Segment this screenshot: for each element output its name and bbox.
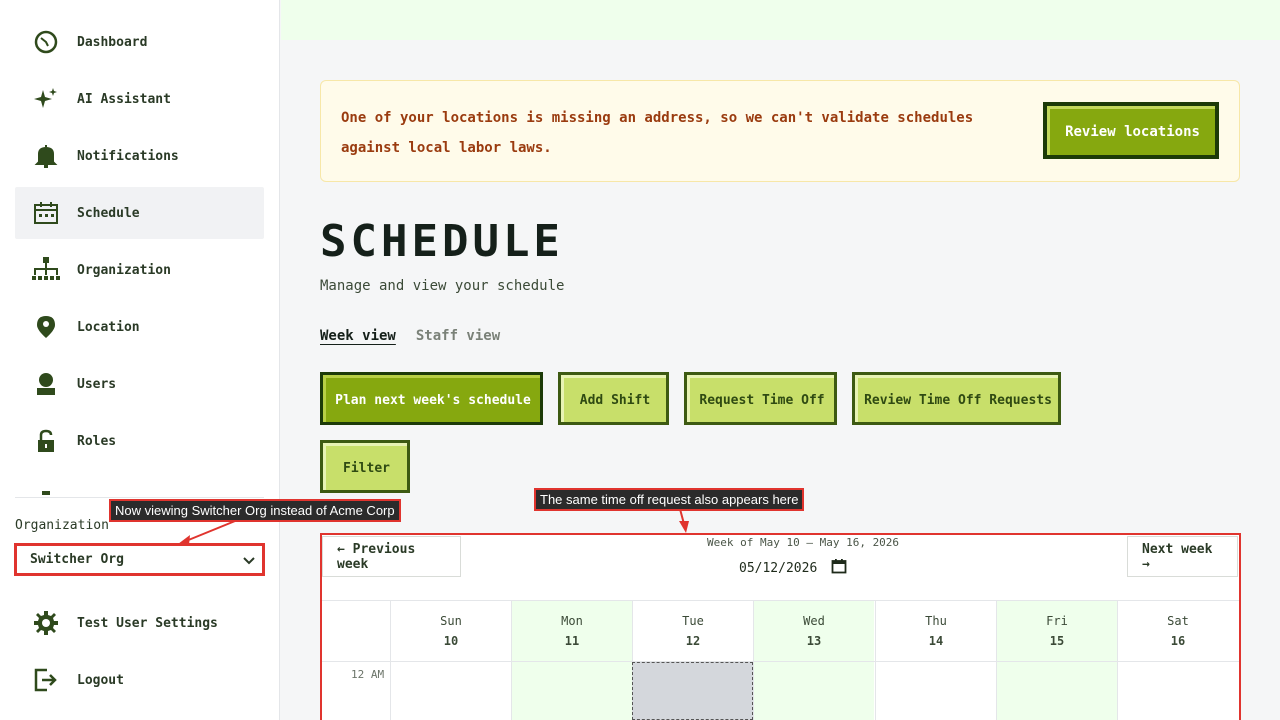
calendar-annotation: The same time off request also appears h… bbox=[534, 488, 805, 511]
org-switch-annotation: Now viewing Switcher Org instead of Acme… bbox=[109, 499, 401, 522]
annotation-arrows bbox=[178, 508, 689, 545]
